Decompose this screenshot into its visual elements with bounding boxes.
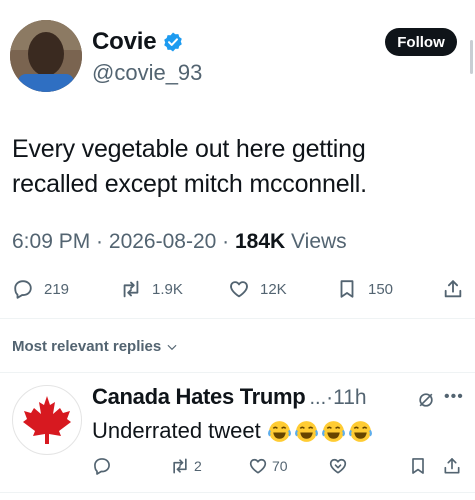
face-with-tears-of-joy-emoji <box>321 420 345 442</box>
verified-badge-icon <box>164 32 183 52</box>
face-with-tears-of-joy-emoji <box>267 420 291 442</box>
views-count[interactable]: 184K <box>235 230 285 253</box>
divider <box>0 492 475 493</box>
tweet-meta: 6:09 PM · 2026-08-20 · 184K Views <box>12 230 347 254</box>
repost-button[interactable]: 1.9K <box>120 278 183 300</box>
share-icon <box>444 280 462 298</box>
reply-text: Underrated tweet <box>92 418 373 444</box>
divider <box>0 372 475 373</box>
tweet-time[interactable]: 6:09 PM <box>12 230 90 253</box>
like-icon <box>249 458 267 474</box>
more-icon[interactable]: ••• <box>444 388 464 406</box>
tweet-actions: 219 1.9K 12K 150 <box>0 278 475 308</box>
replies-sort-dropdown[interactable]: Most relevant replies <box>12 338 179 355</box>
reply-icon <box>14 280 32 299</box>
chevron-down-icon <box>167 344 177 350</box>
meta-separator: · <box>216 230 235 253</box>
reply-share-button[interactable] <box>442 456 462 476</box>
author-handle[interactable]: @covie_93 <box>92 60 202 86</box>
tweet-text: Every vegetable out here getting recalle… <box>12 132 467 202</box>
bookmark-count: 150 <box>368 280 394 298</box>
reply-actions: 2 70 <box>0 456 475 480</box>
face-with-tears-of-joy-emoji <box>294 420 318 442</box>
reply-bookmark-button[interactable] <box>408 456 428 476</box>
divider <box>0 318 475 319</box>
follow-button[interactable]: Follow <box>385 28 457 56</box>
maple-leaf-icon <box>23 396 71 444</box>
emoji-list <box>267 419 373 444</box>
reply-like-count: 70 <box>272 458 288 474</box>
tweet-text-line: recalled except mitch mcconnell. <box>12 170 367 198</box>
reply-analytics-button[interactable] <box>328 456 348 476</box>
reply-reply-button[interactable] <box>92 456 112 476</box>
replies-sort-label: Most relevant replies <box>12 338 162 355</box>
reply-name-ellipsis: ... <box>309 387 327 409</box>
like-icon <box>230 281 248 298</box>
reply-icon <box>94 458 110 475</box>
bookmark-button[interactable]: 150 <box>336 278 393 300</box>
author-name[interactable]: Covie <box>92 28 157 56</box>
reply-repost-button[interactable]: 2 <box>170 456 202 476</box>
repost-icon <box>173 458 187 474</box>
repost-icon <box>123 280 139 298</box>
reply-button[interactable]: 219 <box>12 278 69 300</box>
tweet-text-line: Every vegetable out here getting <box>12 135 366 163</box>
reply-repost-count: 2 <box>194 458 202 474</box>
reply-separator: · <box>326 386 334 409</box>
reply-like-button[interactable]: 70 <box>248 456 288 476</box>
reply-avatar[interactable] <box>12 385 82 455</box>
face-with-tears-of-joy-emoji <box>348 420 372 442</box>
views-label: Views <box>285 230 347 253</box>
analytics-icon <box>329 458 347 474</box>
share-icon <box>444 458 460 474</box>
tweet-date[interactable]: 2026-08-20 <box>109 230 216 253</box>
reply-header: Canada Hates Trump ... · 11h <box>92 384 367 410</box>
reply-text-content: Underrated tweet <box>92 418 261 443</box>
bookmark-icon <box>340 280 354 298</box>
tweet-header: Covie @covie_93 Follow <box>0 0 475 100</box>
grok-icon[interactable] <box>416 390 436 410</box>
repost-count: 1.9K <box>152 280 183 298</box>
like-count: 12K <box>260 280 287 298</box>
reply-author-name[interactable]: Canada Hates Trump <box>92 384 306 410</box>
reply-time[interactable]: 11h <box>333 386 366 410</box>
author-name-row[interactable]: Covie <box>92 28 184 56</box>
share-button[interactable] <box>442 278 464 300</box>
reply-count: 219 <box>44 280 70 298</box>
meta-separator: · <box>90 230 109 253</box>
bookmark-icon <box>412 458 424 474</box>
author-avatar[interactable] <box>10 20 82 92</box>
like-button[interactable]: 12K <box>228 278 287 300</box>
